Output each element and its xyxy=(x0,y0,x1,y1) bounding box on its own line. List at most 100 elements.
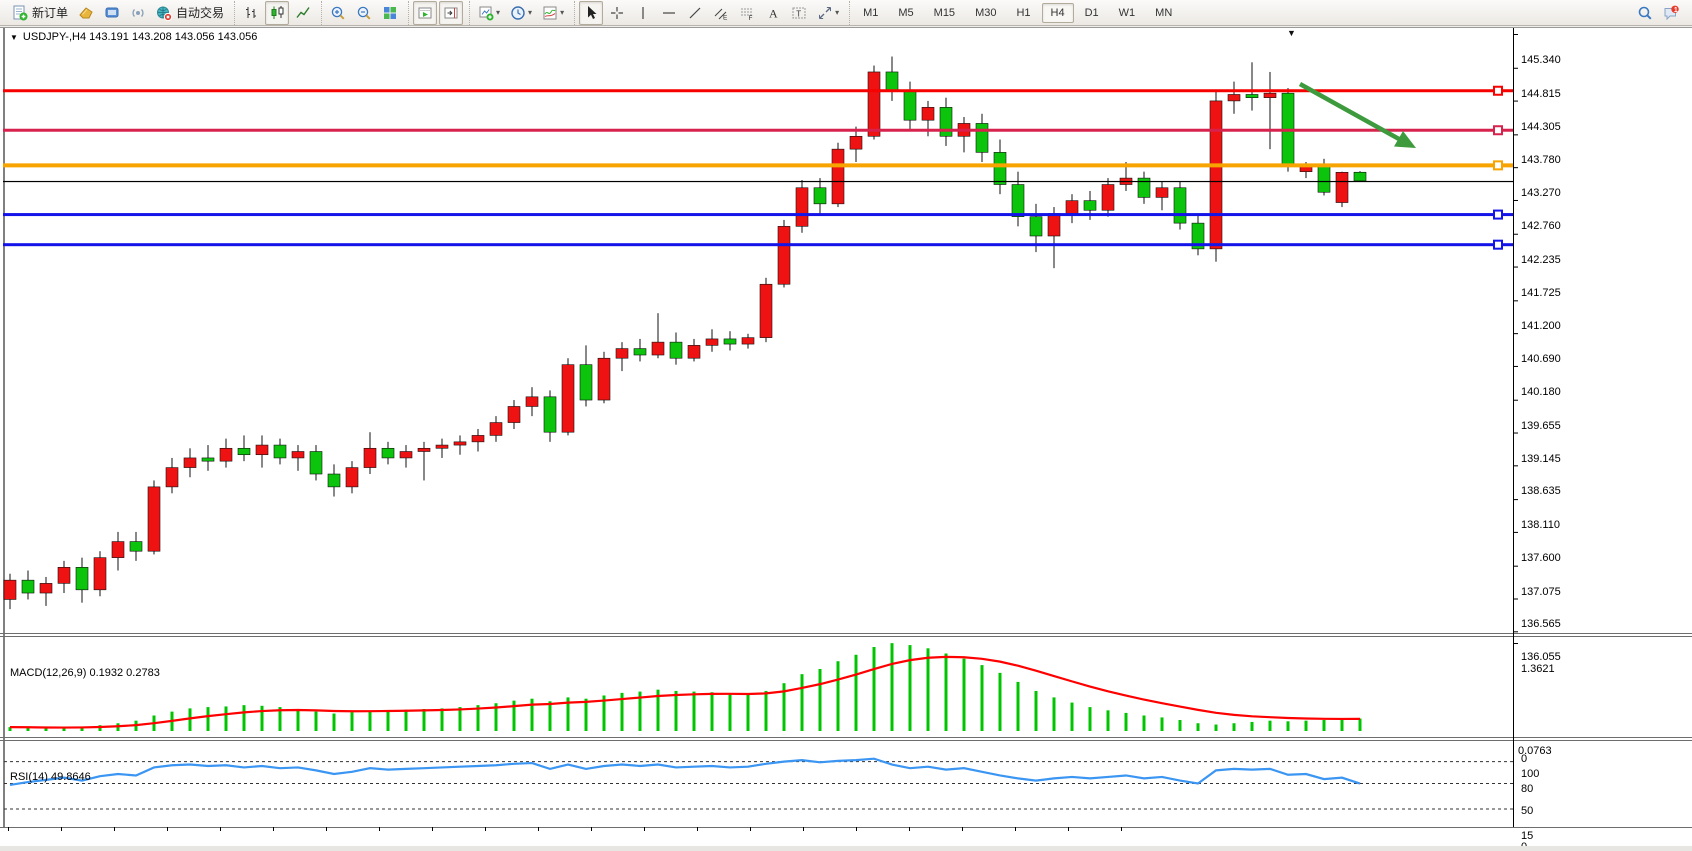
price-tick-label: 143.270 xyxy=(1521,187,1561,199)
timeframe-w1-button[interactable]: W1 xyxy=(1110,3,1145,23)
tile-windows-icon xyxy=(382,5,398,21)
trendline-icon xyxy=(687,5,703,21)
svg-text:F: F xyxy=(749,15,753,21)
chart-window[interactable]: ▼ USDJPY-,H4 143.191 143.208 143.056 143.… xyxy=(0,27,1692,851)
text-icon: A xyxy=(765,5,781,21)
periods-icon xyxy=(510,5,526,21)
search-icon xyxy=(1637,5,1653,21)
price-tick-label: 144.815 xyxy=(1521,88,1561,100)
price-tick-label: 143.780 xyxy=(1521,154,1561,166)
hline-icon xyxy=(661,5,677,21)
chart-canvas[interactable] xyxy=(0,27,1692,851)
price-tick-label: 137.075 xyxy=(1521,586,1561,598)
candlestick-mode-button[interactable] xyxy=(265,1,289,25)
terminal-icon xyxy=(104,5,120,21)
cursor-tool-button[interactable] xyxy=(579,1,603,25)
price-tick-label: 138.635 xyxy=(1521,485,1561,497)
shapes-tool-button[interactable]: ▾ xyxy=(813,1,843,25)
templates-icon xyxy=(542,5,558,21)
horizontal-line-tool-button[interactable] xyxy=(657,1,681,25)
vertical-line-tool-button[interactable] xyxy=(631,1,655,25)
crosshair-tool-button[interactable] xyxy=(605,1,629,25)
price-tick-label: 139.145 xyxy=(1521,453,1561,465)
candles-icon xyxy=(269,5,285,21)
terminal-button[interactable] xyxy=(100,1,124,25)
mt4-terminal: { "toolbar": { "groups": [ {"items":[ {"… xyxy=(0,0,1692,851)
timeframe-d1-button[interactable]: D1 xyxy=(1076,3,1108,23)
new-order-icon xyxy=(12,5,28,21)
label-tool-button[interactable]: T xyxy=(787,1,811,25)
chevron-down-icon[interactable]: ▾ xyxy=(528,8,532,17)
zoom-out-button[interactable] xyxy=(352,1,376,25)
signals-button[interactable] xyxy=(126,1,150,25)
chevron-down-icon[interactable]: ▾ xyxy=(835,8,839,17)
text-tool-button[interactable]: A xyxy=(761,1,785,25)
bar-chart-mode-button[interactable] xyxy=(239,1,263,25)
bars-icon xyxy=(243,5,259,21)
collapse-icon[interactable]: ▼ xyxy=(10,33,18,42)
macd-axis-label: 0 xyxy=(1521,753,1527,765)
auto-scroll-icon xyxy=(417,5,433,21)
new-chart-button[interactable]: ▾ xyxy=(474,1,504,25)
crosshair-icon xyxy=(609,5,625,21)
new-order-button[interactable]: 新订单 xyxy=(8,1,72,25)
timeframe-m5-button[interactable]: M5 xyxy=(889,3,922,23)
symbol-ohlc-text: USDJPY-,H4 143.191 143.208 143.056 143.0… xyxy=(23,31,257,43)
tile-windows-button[interactable] xyxy=(378,1,402,25)
styler-icon xyxy=(78,5,94,21)
price-tick-label: 139.655 xyxy=(1521,420,1561,432)
timeframe-m30-button[interactable]: M30 xyxy=(966,3,1005,23)
price-tick-label: 138.110 xyxy=(1521,519,1560,531)
notifications-button[interactable]: 1 xyxy=(1659,1,1683,25)
timeframe-h4-button[interactable]: H4 xyxy=(1042,3,1074,23)
chevron-down-icon[interactable]: ▾ xyxy=(496,8,500,17)
chart-shift-button[interactable] xyxy=(439,1,463,25)
price-tick-label: 140.180 xyxy=(1521,386,1561,398)
price-tick-label: 145.340 xyxy=(1521,54,1561,66)
timeframe-h1-button[interactable]: H1 xyxy=(1007,3,1039,23)
symbol-header: ▼ USDJPY-,H4 143.191 143.208 143.056 143.… xyxy=(10,31,257,43)
cursor-icon xyxy=(583,5,599,21)
timeframe-m15-button[interactable]: M15 xyxy=(925,3,964,23)
toolbar-group xyxy=(408,1,467,25)
chart-shift-marker-icon[interactable]: ▼ xyxy=(1287,28,1296,38)
timeframe-mn-button[interactable]: MN xyxy=(1146,3,1181,23)
periods-button[interactable]: ▾ xyxy=(506,1,536,25)
trendline-tool-button[interactable] xyxy=(683,1,707,25)
chevron-down-icon[interactable]: ▾ xyxy=(560,8,564,17)
new-chart-icon xyxy=(478,5,494,21)
signals-icon xyxy=(130,5,146,21)
price-tick-label: 136.565 xyxy=(1521,618,1561,630)
macd-title: MACD(12,26,9) 0.1932 0.2783 xyxy=(10,667,160,679)
zoom-in-button[interactable] xyxy=(326,1,350,25)
templates-button[interactable]: ▾ xyxy=(538,1,568,25)
auto-trading-button-label: 自动交易 xyxy=(176,4,224,21)
toolbar-group: E F A T ▾ xyxy=(574,1,847,25)
fibonacci-icon: F xyxy=(739,5,755,21)
autotrade-icon xyxy=(156,5,172,21)
fibonacci-tool-button[interactable]: F xyxy=(735,1,759,25)
svg-text:A: A xyxy=(769,6,778,20)
zoom-in-icon xyxy=(330,5,346,21)
shapes-icon xyxy=(817,5,833,21)
auto-scroll-button[interactable] xyxy=(413,1,437,25)
channel-icon: E xyxy=(713,5,729,21)
new-order-button-label: 新订单 xyxy=(32,4,68,21)
line-chart-mode-button[interactable] xyxy=(291,1,315,25)
search-button[interactable] xyxy=(1633,1,1657,25)
auto-trading-button[interactable]: 自动交易 xyxy=(152,1,228,25)
channel-tool-button[interactable]: E xyxy=(709,1,733,25)
macd-axis-label: 1.3621 xyxy=(1521,663,1555,675)
window-edge xyxy=(0,846,1692,851)
toolbar-group: ▾ ▾ ▾ xyxy=(469,1,572,25)
svg-text:T: T xyxy=(796,9,801,18)
label-icon: T xyxy=(791,5,807,21)
styler-button[interactable] xyxy=(74,1,98,25)
timeframe-m1-button[interactable]: M1 xyxy=(854,3,887,23)
price-tick-label: 140.690 xyxy=(1521,353,1561,365)
rsi-axis-label: 100 xyxy=(1521,768,1539,780)
price-tick-label: 137.600 xyxy=(1521,552,1561,564)
toolbar-group: 新订单 自动交易 xyxy=(4,1,232,25)
price-tick-label: 141.725 xyxy=(1521,287,1561,299)
rsi-axis-label: 80 xyxy=(1521,783,1533,795)
